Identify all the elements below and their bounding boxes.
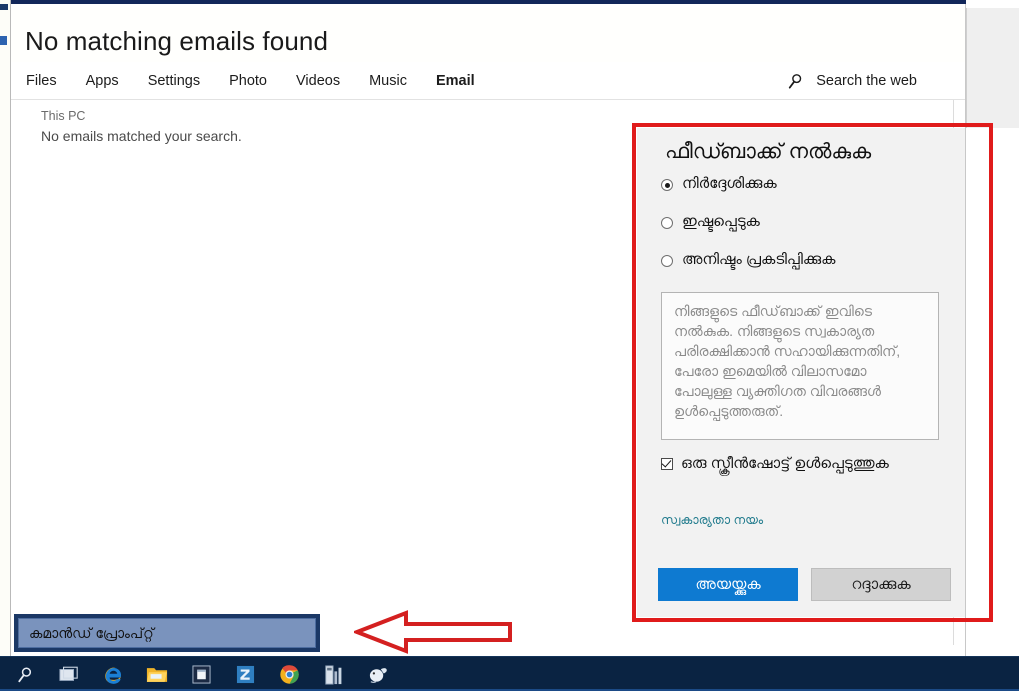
taskbar-internet-explorer-icon[interactable] <box>102 664 124 686</box>
send-button[interactable]: അയയ്ക്കുക <box>658 568 798 601</box>
background-panel-right <box>966 8 1019 128</box>
tab-photo[interactable]: Photo <box>228 71 268 91</box>
category-tabs: Files Apps Settings Photo Videos Music E… <box>25 62 476 100</box>
results-group-label: This PC <box>41 109 86 123</box>
background-window-accent <box>0 4 8 10</box>
taskbar-calculator-icon[interactable] <box>322 664 344 686</box>
radio-icon <box>661 217 673 229</box>
category-tab-bar: Files Apps Settings Photo Videos Music E… <box>11 62 965 100</box>
feedback-option-label: ഇഷ്ടപ്പെടുക <box>682 213 760 230</box>
taskbar-task-view-icon[interactable] <box>58 664 80 686</box>
taskbar-file-explorer-icon[interactable] <box>146 664 168 686</box>
taskbar-icon-row <box>14 657 388 692</box>
feedback-actions: അയയ്ക്കുക റദ്ദാക്കുക <box>658 568 951 601</box>
tab-settings[interactable]: Settings <box>147 71 201 91</box>
privacy-policy-link[interactable]: സ്വകാര്യതാ നയം <box>661 513 763 528</box>
desktop-background: No matching emails found Files Apps Sett… <box>0 0 1019 691</box>
include-screenshot-label: ഒരു സ്ക്രീൻഷോട്ട് ഉൾപ്പെടുത്തുക <box>681 455 889 472</box>
feedback-option-suggest[interactable]: നിർദ്ദേശിക്കുക <box>661 174 951 194</box>
checkbox-icon <box>661 458 673 470</box>
feedback-option-like[interactable]: ഇഷ്ടപ്പെടുക <box>661 212 951 232</box>
annotation-arrow-icon <box>354 610 512 654</box>
feedback-title: ഫീഡ്ബാക്ക് നൽകുക <box>665 140 872 163</box>
taskbar-search-input[interactable]: കമാൻഡ് പ്രോംപ്റ്റ് <box>18 618 316 648</box>
taskbar-skype-icon[interactable] <box>234 664 256 686</box>
taskbar-media-player-icon[interactable] <box>366 664 388 686</box>
feedback-option-group: നിർദ്ദേശിക്കുക ഇഷ്ടപ്പെടുക അനിഷ്ടം പ്രകട… <box>661 174 951 288</box>
taskbar <box>0 656 1019 691</box>
taskbar-microsoft-store-icon[interactable] <box>190 664 212 686</box>
include-screenshot-checkbox[interactable]: ഒരു സ്ക്രീൻഷോട്ട് ഉൾപ്പെടുത്തുക <box>661 453 941 474</box>
feedback-panel: ഫീഡ്ബാക്ക് നൽകുക നിർദ്ദേശിക്കുക ഇഷ്ടപ്പെ… <box>637 128 965 617</box>
taskbar-search-icon[interactable] <box>14 664 36 686</box>
tab-videos[interactable]: Videos <box>295 71 341 91</box>
feedback-comment-input[interactable] <box>661 292 939 440</box>
tab-email[interactable]: Email <box>435 71 476 91</box>
background-window-sliver <box>0 0 11 656</box>
search-the-web-label: Search the web <box>816 73 917 89</box>
taskbar-search-value: കമാൻഡ് പ്രോംപ്റ്റ് <box>29 624 154 641</box>
tab-music[interactable]: Music <box>368 71 408 91</box>
taskbar-chrome-icon[interactable] <box>278 664 300 686</box>
tab-files[interactable]: Files <box>25 71 58 91</box>
feedback-option-dislike[interactable]: അനിഷ്ടം പ്രകടിപ്പിക്കുക <box>661 250 951 270</box>
results-empty-message: No emails matched your search. <box>41 128 242 144</box>
search-the-web-button[interactable]: Search the web <box>787 62 917 100</box>
tab-apps[interactable]: Apps <box>85 71 120 91</box>
radio-icon <box>661 255 673 267</box>
radio-icon <box>661 179 673 191</box>
background-window-accent-secondary <box>0 36 7 45</box>
cancel-button[interactable]: റദ്ദാക്കുക <box>811 568 951 601</box>
feedback-option-label: അനിഷ്ടം പ്രകടിപ്പിക്കുക <box>682 251 836 268</box>
page-title: No matching emails found <box>25 26 328 56</box>
search-icon <box>787 73 804 90</box>
feedback-option-label: നിർദ്ദേശിക്കുക <box>682 175 777 192</box>
window-header: No matching emails found <box>11 8 965 62</box>
